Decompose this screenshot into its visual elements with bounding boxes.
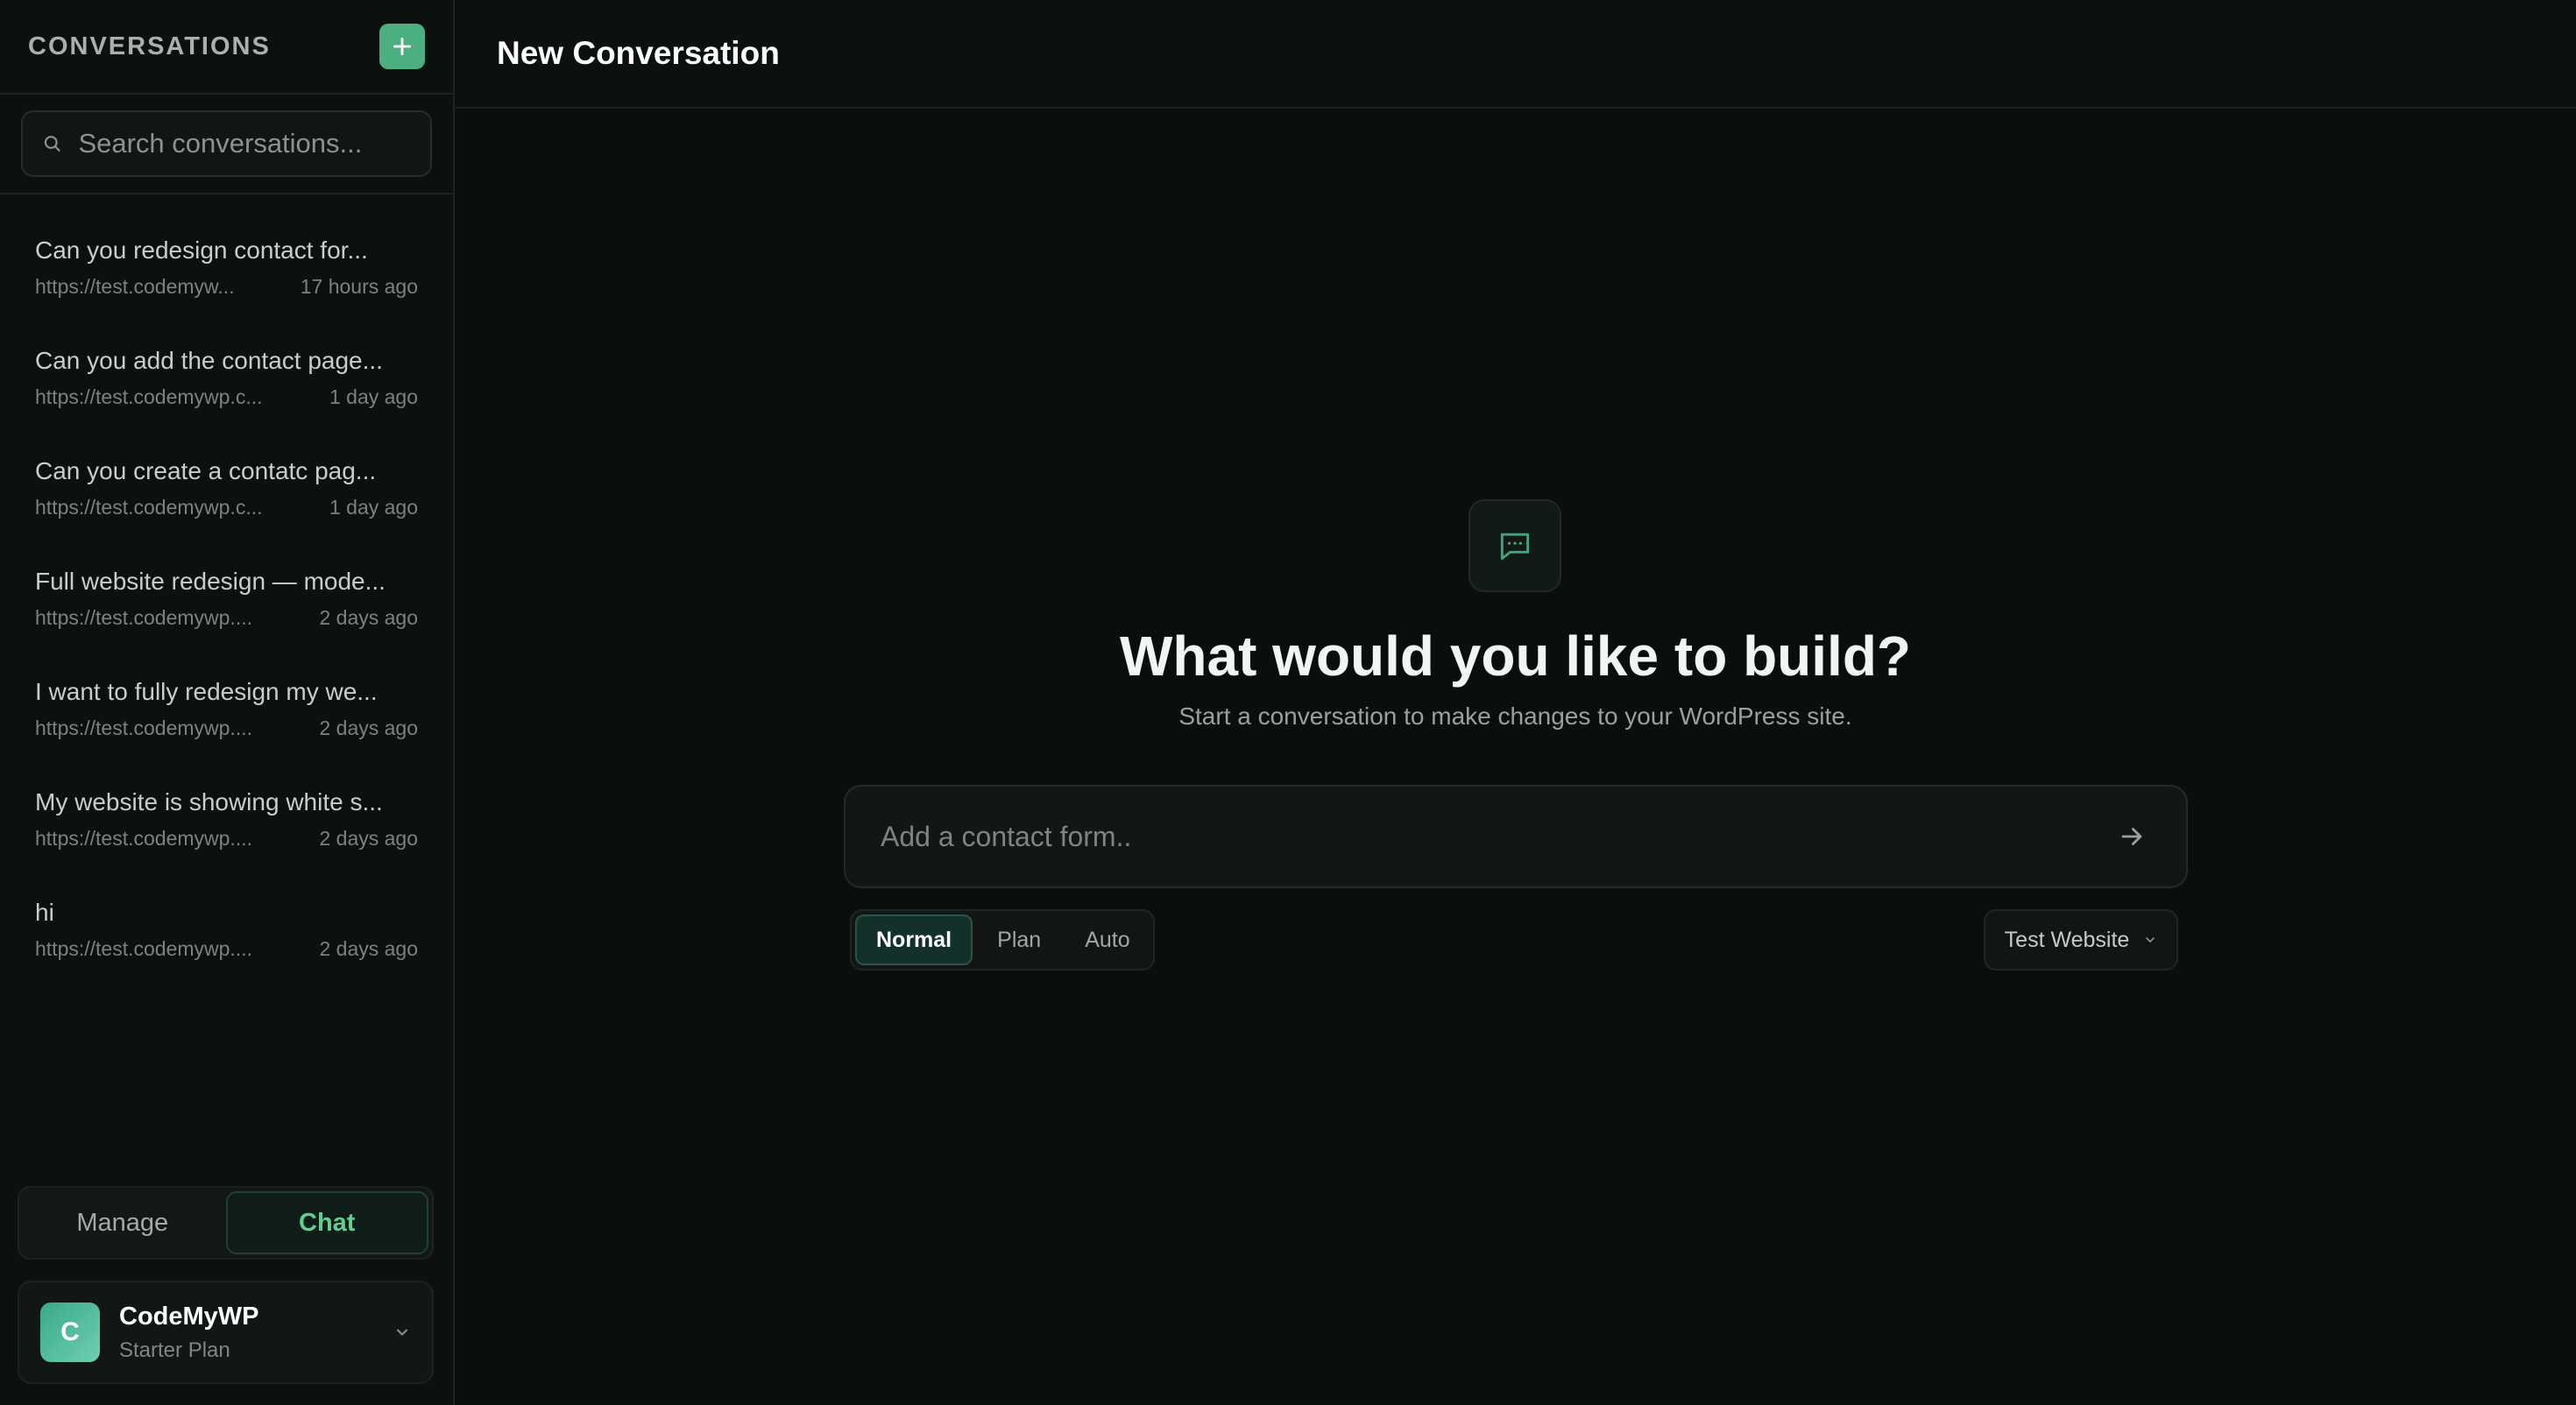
conversation-meta: https://test.codemywp.c... 1 day ago	[35, 385, 418, 409]
conversation-time: 2 days ago	[319, 605, 418, 629]
conversation-url: https://test.codemywp....	[35, 936, 252, 960]
conversation-url: https://test.codemywp....	[35, 605, 252, 629]
conversation-item[interactable]: Can you create a contatc pag... https://…	[0, 433, 453, 543]
avatar: C	[40, 1303, 100, 1362]
send-button[interactable]	[2112, 817, 2151, 856]
conversation-url: https://test.codemywp.c...	[35, 385, 263, 408]
prompt-box	[844, 785, 2188, 888]
sidebar-footer: Manage Chat C CodeMyWP Starter Plan	[18, 1186, 434, 1384]
conversation-meta: https://test.codemyw... 17 hours ago	[35, 275, 418, 299]
conversation-time: 2 days ago	[319, 826, 418, 850]
mode-normal[interactable]: Normal	[855, 914, 973, 965]
conversation-url: https://test.codemywp....	[35, 826, 252, 850]
main-panel: New Conversation What would you like to …	[455, 0, 2576, 1405]
search-box	[21, 110, 432, 177]
conversation-title: Full website redesign — mode...	[35, 567, 386, 595]
search-wrapper	[0, 95, 453, 194]
conversation-meta: https://test.codemywp.... 2 days ago	[35, 827, 418, 851]
manage-tab[interactable]: Manage	[23, 1191, 223, 1254]
chevron-down-icon	[397, 1329, 407, 1336]
conversation-url: https://test.codemyw...	[35, 274, 235, 298]
empty-state-subline: Start a conversation to make changes to …	[1178, 702, 1852, 730]
conversation-item[interactable]: hi https://test.codemywp.... 2 days ago	[0, 874, 453, 985]
conversation-meta: https://test.codemywp.... 2 days ago	[35, 606, 418, 630]
account-switcher[interactable]: C CodeMyWP Starter Plan	[18, 1281, 434, 1384]
conversation-title: I want to fully redesign my we...	[35, 677, 378, 705]
conversation-meta: https://test.codemywp.c... 1 day ago	[35, 496, 418, 519]
account-plan: Starter Plan	[119, 1338, 230, 1362]
site-select-label: Test Website	[2004, 927, 2130, 952]
conversation-item[interactable]: Full website redesign — mode... https://…	[0, 543, 453, 653]
conversation-meta: https://test.codemywp.... 2 days ago	[35, 717, 418, 740]
conversation-item[interactable]: Can you redesign contact for... https://…	[0, 212, 453, 322]
app-window: CONVERSATIONS Can you redesign contact f…	[0, 0, 2576, 1405]
conversation-title: Can you redesign contact for...	[35, 236, 368, 264]
conversation-time: 2 days ago	[319, 716, 418, 739]
conversation-title: Can you add the contact page...	[35, 346, 383, 374]
conversation-time: 2 days ago	[319, 936, 418, 960]
chat-tab[interactable]: Chat	[225, 1191, 428, 1254]
conversation-item[interactable]: I want to fully redesign my we... https:…	[0, 653, 453, 764]
message-icon	[1500, 533, 1530, 561]
prompt-input[interactable]	[881, 820, 2112, 853]
conversation-url: https://test.codemywp.c...	[35, 495, 263, 519]
chevron-down-icon	[2146, 937, 2155, 943]
conversation-title: My website is showing white s...	[35, 787, 383, 815]
new-conversation-button[interactable]	[379, 24, 425, 69]
conversation-url: https://test.codemywp....	[35, 716, 252, 739]
sidebar-header: CONVERSATIONS	[0, 0, 453, 95]
mode-plan[interactable]: Plan	[978, 914, 1060, 965]
mode-auto[interactable]: Auto	[1065, 914, 1149, 965]
mode-selector: Normal Plan Auto	[850, 909, 1155, 971]
conversation-title: hi	[35, 898, 54, 926]
page-title: New Conversation	[497, 35, 780, 71]
empty-state-headline: What would you like to build?	[1119, 625, 1912, 688]
chat-bubble-icon	[1468, 499, 1561, 592]
conversation-time: 1 day ago	[329, 385, 418, 408]
account-info: CodeMyWP Starter Plan	[119, 1303, 374, 1363]
arrow-right-icon	[2121, 828, 2142, 845]
sidebar-title: CONVERSATIONS	[28, 32, 271, 60]
conversation-title: Can you create a contatc pag...	[35, 456, 377, 484]
plus-icon	[393, 37, 412, 56]
view-toggle: Manage Chat	[18, 1186, 434, 1260]
main-body: What would you like to build? Start a co…	[455, 109, 2576, 1405]
conversation-item[interactable]: My website is showing white s... https:/…	[0, 764, 453, 874]
conversation-time: 1 day ago	[329, 495, 418, 519]
main-header: New Conversation	[455, 0, 2576, 109]
search-input[interactable]	[78, 128, 411, 159]
site-select[interactable]: Test Website	[1984, 909, 2178, 971]
conversation-list: Can you redesign contact for... https://…	[0, 194, 453, 985]
search-icon	[44, 136, 60, 152]
account-name: CodeMyWP	[119, 1302, 259, 1331]
conversation-time: 17 hours ago	[300, 274, 418, 298]
conversation-item[interactable]: Can you add the contact page... https://…	[0, 322, 453, 433]
conversation-meta: https://test.codemywp.... 2 days ago	[35, 937, 418, 961]
sidebar: CONVERSATIONS Can you redesign contact f…	[0, 0, 455, 1405]
